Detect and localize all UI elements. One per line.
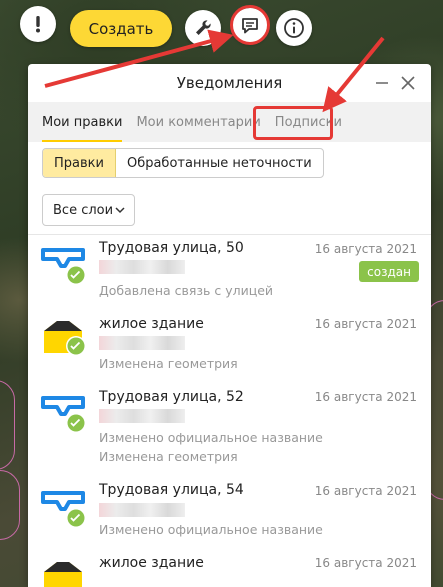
wrench-icon [196,20,211,35]
item-description: Добавлена связь с улицей [99,283,274,298]
list-item[interactable]: жилое здание 16 августа 2021 Изменена ге… [28,309,431,379]
list-item[interactable]: Трудовая улица, 50 16 августа 2021 созда… [28,236,431,306]
item-description: Изменено официальное название [99,522,323,537]
tab-my-comments[interactable]: Мои комментарии [136,102,260,142]
status-badge: создан [359,261,419,282]
notifications-highlight [230,5,270,45]
author-name-redacted [99,503,185,517]
chevron-down-icon [115,207,125,214]
layer-filter-select[interactable]: Все слои [42,194,135,226]
building-icon [44,562,82,587]
subscriptions-highlight [253,106,333,140]
segment-edits[interactable]: Правки [43,149,116,177]
item-date: 16 августа 2021 [314,390,417,404]
info-icon [284,18,304,38]
item-description: Изменена геометрия [99,356,238,371]
close-icon [401,76,415,90]
list-item[interactable]: Трудовая улица, 52 16 августа 2021 Измен… [28,382,431,472]
item-title[interactable]: Трудовая улица, 52 [99,389,244,405]
tab-my-edits[interactable]: Мои правки [42,102,123,142]
list-item[interactable]: жилое здание 16 августа 2021 [28,550,431,587]
item-date: 16 августа 2021 [314,317,417,331]
exclamation-icon [36,16,40,33]
segment-processed[interactable]: Обработанные неточности [116,149,323,177]
street-icon [41,248,86,285]
item-date: 16 августа 2021 [314,556,417,570]
item-date: 16 августа 2021 [314,242,417,256]
minimize-button[interactable] [371,72,393,94]
author-name-redacted [99,260,185,274]
tabs-row: Мои правки Мои комментарии Подписки [28,102,431,142]
minimize-icon [376,82,388,84]
author-name-redacted [99,336,185,350]
building-icon [44,321,86,356]
tools-button[interactable] [185,10,221,46]
item-description: Изменена геометрия [99,449,238,464]
info-button[interactable] [276,10,312,46]
warning-button[interactable] [20,6,56,42]
panel-header: Уведомления [28,64,431,102]
create-button[interactable]: Создать [70,10,172,47]
street-icon [41,491,86,528]
item-title[interactable]: Трудовая улица, 50 [99,240,244,256]
item-description: Изменено официальное название [99,430,323,445]
author-name-redacted [99,409,185,423]
notifications-panel: Уведомления Мои правки Мои комментарии П… [28,64,431,587]
item-title[interactable]: жилое здание [99,555,204,571]
divider [28,234,431,235]
item-title[interactable]: жилое здание [99,316,204,332]
item-date: 16 августа 2021 [314,484,417,498]
street-icon [41,396,86,433]
edits-segment-control: Правки Обработанные неточности [42,148,324,178]
item-title[interactable]: Трудовая улица, 54 [99,482,244,498]
layer-filter-value: Все слои [53,202,114,218]
panel-title: Уведомления [176,74,283,92]
close-button[interactable] [397,72,419,94]
list-item[interactable]: Трудовая улица, 54 16 августа 2021 Измен… [28,474,431,549]
